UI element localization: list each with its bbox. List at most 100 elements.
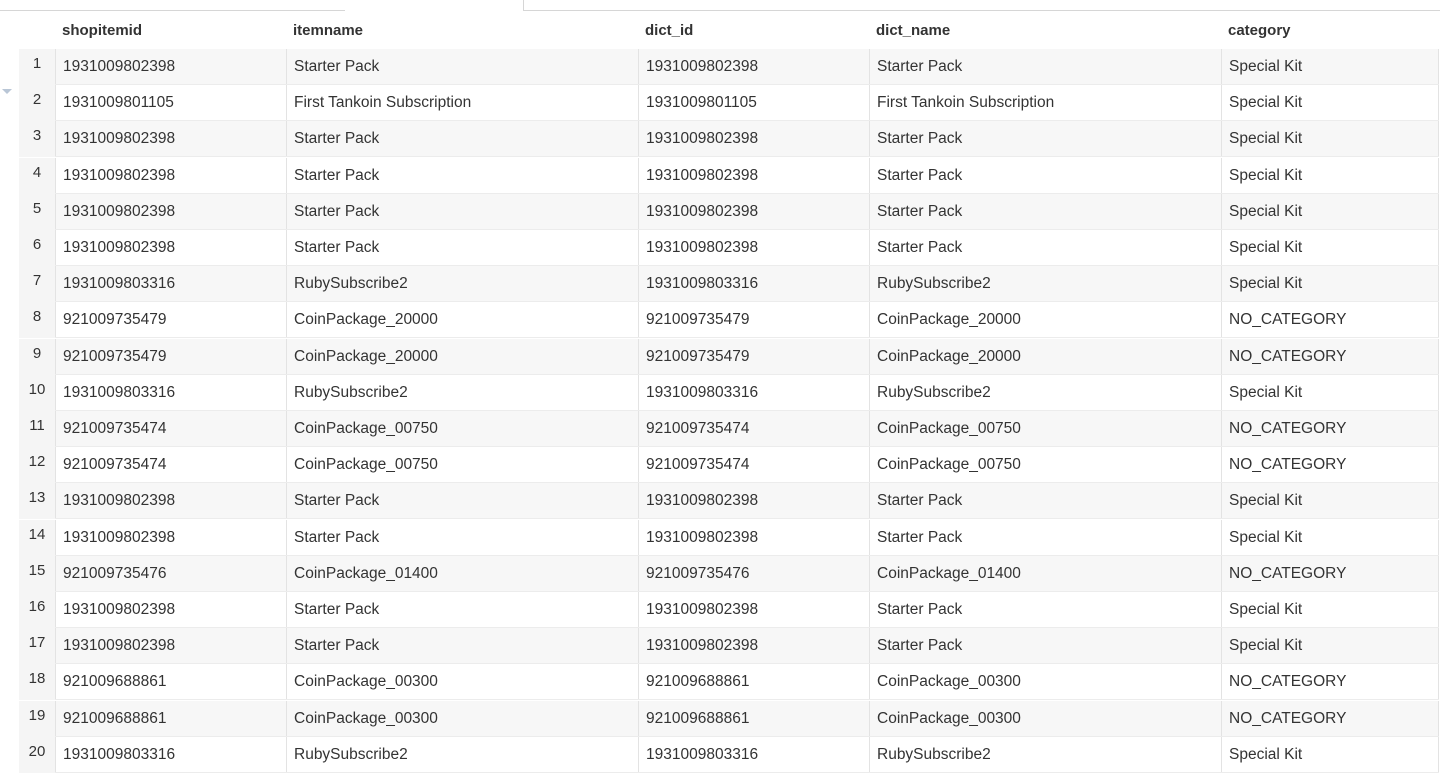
cell-dict-name[interactable]: Starter Pack [869, 193, 1221, 229]
cell-category[interactable]: Special Kit [1221, 193, 1439, 229]
cell-category[interactable]: Special Kit [1221, 374, 1439, 410]
table-row[interactable]: 10 1931009803316 RubySubscribe2 19310098033… [19, 374, 1439, 411]
cell-category[interactable]: Special Kit [1221, 266, 1439, 302]
cell-dict-id[interactable]: 921009688861 [638, 664, 869, 700]
cell-category[interactable]: Special Kit [1221, 49, 1439, 84]
cell-shopitemid[interactable]: 1931009802398 [55, 483, 286, 519]
table-row[interactable]: 15 921009735476 CoinPackage_01400 921009735… [19, 555, 1439, 592]
cell-shopitemid[interactable]: 1931009802398 [55, 628, 286, 664]
cell-itemname[interactable]: Starter Pack [286, 628, 638, 664]
cell-dict-id[interactable]: 921009735479 [638, 338, 869, 374]
table-row[interactable]: 3 1931009802398 Starter Pack 1931009802398 S… [19, 121, 1439, 158]
cell-dict-name[interactable]: RubySubscribe2 [869, 374, 1221, 410]
cell-dict-name[interactable]: RubySubscribe2 [869, 266, 1221, 302]
cell-shopitemid[interactable]: 1931009802398 [55, 193, 286, 229]
table-row[interactable]: 18 921009688861 CoinPackage_00300 921009688… [19, 664, 1439, 701]
cell-category[interactable]: NO_CATEGORY [1221, 664, 1439, 700]
cell-dict-id[interactable]: 1931009803316 [638, 374, 869, 410]
table-row[interactable]: 19 921009688861 CoinPackage_00300 921009688… [19, 700, 1439, 737]
cell-itemname[interactable]: RubySubscribe2 [286, 266, 638, 302]
cell-itemname[interactable]: CoinPackage_20000 [286, 302, 638, 338]
cell-dict-id[interactable]: 921009735474 [638, 411, 869, 446]
table-row[interactable]: 8 921009735479 CoinPackage_20000 9210097354… [19, 302, 1439, 339]
cell-dict-id[interactable]: 1931009802398 [638, 193, 869, 229]
cell-dict-id[interactable]: 1931009802398 [638, 592, 869, 627]
cell-shopitemid[interactable]: 921009688861 [55, 664, 286, 700]
cell-dict-name[interactable]: CoinPackage_20000 [869, 338, 1221, 374]
cell-dict-id[interactable]: 1931009802398 [638, 519, 869, 555]
tab-inactive-right[interactable] [523, 0, 1440, 11]
cell-dict-name[interactable]: Starter Pack [869, 519, 1221, 555]
column-header-category[interactable]: category [1221, 13, 1291, 49]
cell-dict-name[interactable]: Starter Pack [869, 483, 1221, 519]
table-row[interactable]: 4 1931009802398 Starter Pack 1931009802398 S… [19, 157, 1439, 194]
cell-shopitemid[interactable]: 1931009802398 [55, 592, 286, 627]
cell-category[interactable]: Special Kit [1221, 628, 1439, 664]
cell-dict-id[interactable]: 1931009803316 [638, 266, 869, 302]
cell-category[interactable]: Special Kit [1221, 85, 1439, 121]
table-row[interactable]: 12 921009735474 CoinPackage_00750 921009735… [19, 447, 1439, 484]
column-header-shopitemid[interactable]: shopitemid [55, 13, 142, 49]
cell-itemname[interactable]: CoinPackage_00750 [286, 447, 638, 483]
cell-shopitemid[interactable]: 1931009803316 [55, 266, 286, 302]
cell-category[interactable]: NO_CATEGORY [1221, 338, 1439, 374]
cell-dict-name[interactable]: RubySubscribe2 [869, 736, 1221, 772]
cell-shopitemid[interactable]: 921009735474 [55, 411, 286, 446]
table-row[interactable]: 14 1931009802398 Starter Pack 1931009802398… [19, 519, 1439, 556]
cell-itemname[interactable]: CoinPackage_01400 [286, 555, 638, 591]
cell-shopitemid[interactable]: 1931009803316 [55, 736, 286, 772]
table-row[interactable]: 2 1931009801105 First Tankoin Subscription… [19, 85, 1439, 122]
tab-active[interactable] [344, 0, 523, 10]
cell-itemname[interactable]: RubySubscribe2 [286, 736, 638, 772]
column-header-itemname[interactable]: itemname [286, 13, 363, 49]
cell-dict-name[interactable]: Starter Pack [869, 49, 1221, 84]
cell-dict-id[interactable]: 921009735474 [638, 447, 869, 483]
cell-category[interactable]: Special Kit [1221, 230, 1439, 265]
cell-dict-id[interactable]: 1931009801105 [638, 85, 869, 121]
cell-itemname[interactable]: Starter Pack [286, 230, 638, 265]
cell-shopitemid[interactable]: 921009735476 [55, 555, 286, 591]
cell-dict-name[interactable]: CoinPackage_00300 [869, 664, 1221, 700]
table-row[interactable]: 17 1931009802398 Starter Pack 1931009802398… [19, 628, 1439, 665]
cell-category[interactable]: NO_CATEGORY [1221, 700, 1439, 736]
cell-category[interactable]: NO_CATEGORY [1221, 411, 1439, 446]
cell-itemname[interactable]: CoinPackage_00750 [286, 411, 638, 446]
cell-dict-id[interactable]: 921009735479 [638, 302, 869, 338]
table-row[interactable]: 16 1931009802398 Starter Pack 1931009802398… [19, 592, 1439, 628]
cell-shopitemid[interactable]: 1931009803316 [55, 374, 286, 410]
cell-itemname[interactable]: Starter Pack [286, 157, 638, 193]
table-row[interactable]: 7 1931009803316 RubySubscribe2 193100980331… [19, 266, 1439, 303]
cell-shopitemid[interactable]: 1931009802398 [55, 519, 286, 555]
table-row[interactable]: 13 1931009802398 Starter Pack 1931009802398… [19, 483, 1439, 520]
cell-shopitemid[interactable]: 1931009802398 [55, 121, 286, 157]
cell-dict-name[interactable]: Starter Pack [869, 230, 1221, 265]
cell-dict-name[interactable]: CoinPackage_00750 [869, 411, 1221, 446]
cell-dict-id[interactable]: 921009688861 [638, 700, 869, 736]
cell-category[interactable]: NO_CATEGORY [1221, 302, 1439, 338]
cell-itemname[interactable]: Starter Pack [286, 483, 638, 519]
cell-dict-name[interactable]: CoinPackage_00300 [869, 700, 1221, 736]
cell-shopitemid[interactable]: 921009735474 [55, 447, 286, 483]
cell-itemname[interactable]: Starter Pack [286, 193, 638, 229]
cell-shopitemid[interactable]: 1931009802398 [55, 157, 286, 193]
table-row[interactable]: 1 1931009802398 Starter Pack 1931009802398 S… [19, 49, 1439, 85]
column-header-dict-id[interactable]: dict_id [638, 13, 693, 49]
cell-shopitemid[interactable]: 1931009802398 [55, 49, 286, 84]
cell-shopitemid[interactable]: 921009735479 [55, 338, 286, 374]
cell-category[interactable]: NO_CATEGORY [1221, 447, 1439, 483]
cell-itemname[interactable]: RubySubscribe2 [286, 374, 638, 410]
collapse-caret-icon[interactable] [2, 89, 12, 94]
cell-dict-name[interactable]: CoinPackage_01400 [869, 555, 1221, 591]
cell-itemname[interactable]: First Tankoin Subscription [286, 85, 638, 121]
table-row[interactable]: 6 1931009802398 Starter Pack 1931009802398 S… [19, 230, 1439, 266]
cell-dict-id[interactable]: 1931009802398 [638, 49, 869, 84]
cell-category[interactable]: NO_CATEGORY [1221, 555, 1439, 591]
cell-shopitemid[interactable]: 1931009802398 [55, 230, 286, 265]
cell-itemname[interactable]: Starter Pack [286, 121, 638, 157]
cell-category[interactable]: Special Kit [1221, 157, 1439, 193]
table-row[interactable]: 11 921009735474 CoinPackage_00750 921009735… [19, 411, 1439, 447]
cell-shopitemid[interactable]: 921009735479 [55, 302, 286, 338]
table-row[interactable]: 9 921009735479 CoinPackage_20000 9210097354… [19, 338, 1439, 375]
table-row[interactable]: 20 1931009803316 RubySubscribe2 19310098033… [19, 736, 1439, 773]
cell-dict-id[interactable]: 1931009802398 [638, 628, 869, 664]
